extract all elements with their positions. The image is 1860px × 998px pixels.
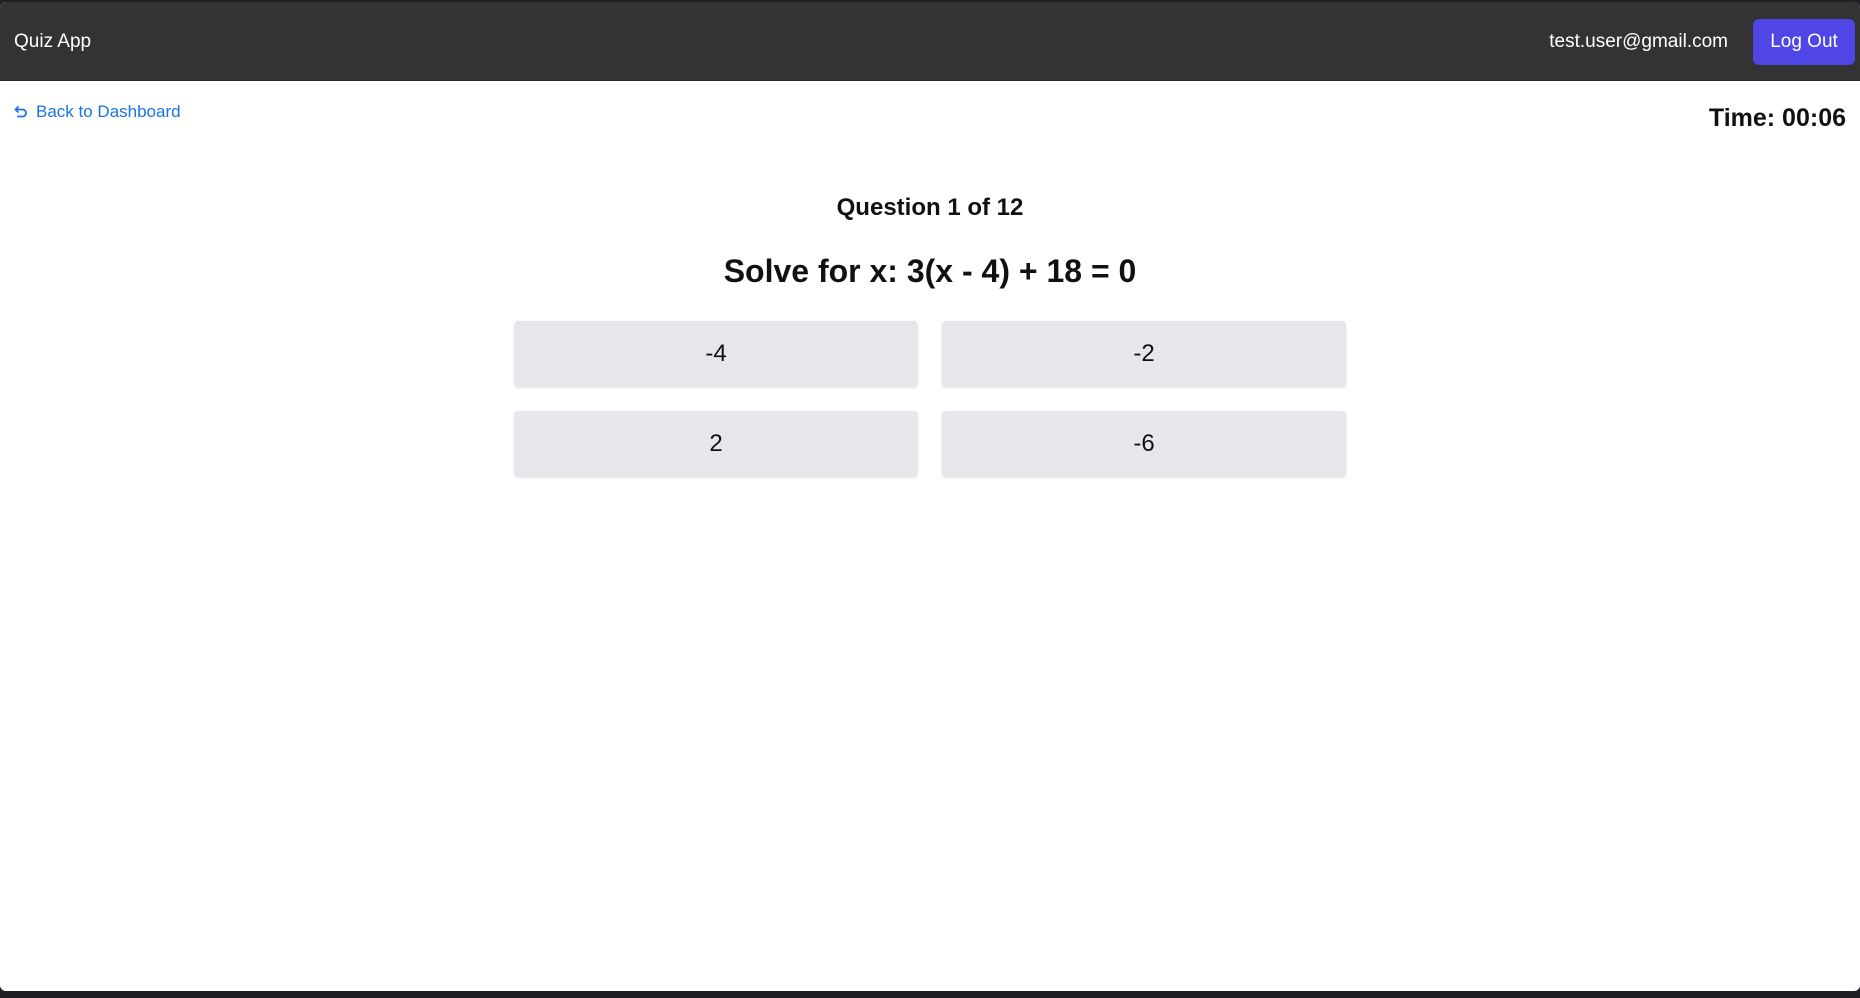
quiz-timer: Time: 00:06 bbox=[1708, 104, 1846, 132]
answer-options: -4 -2 2 -6 bbox=[514, 321, 1346, 477]
logout-button[interactable]: Log Out bbox=[1753, 19, 1855, 65]
answer-option-button[interactable]: -2 bbox=[942, 321, 1346, 387]
question-counter: Question 1 of 12 bbox=[836, 194, 1024, 221]
answer-option-button[interactable]: 2 bbox=[514, 411, 918, 477]
navbar: Quiz App test.user@gmail.com Log Out bbox=[0, 2, 1860, 81]
app-window: Quiz App test.user@gmail.com Log Out Bac… bbox=[0, 2, 1860, 991]
answer-option-button[interactable]: -6 bbox=[942, 411, 1346, 477]
answer-option-button[interactable]: -4 bbox=[514, 321, 918, 387]
app-brand[interactable]: Quiz App bbox=[14, 30, 91, 54]
undo-arrow-icon bbox=[14, 105, 28, 119]
user-email: test.user@gmail.com bbox=[1549, 31, 1728, 52]
back-to-dashboard-link[interactable]: Back to Dashboard bbox=[14, 102, 181, 122]
back-link-label: Back to Dashboard bbox=[36, 102, 181, 121]
question-text: Solve for x: 3(x - 4) + 18 = 0 bbox=[723, 253, 1137, 289]
